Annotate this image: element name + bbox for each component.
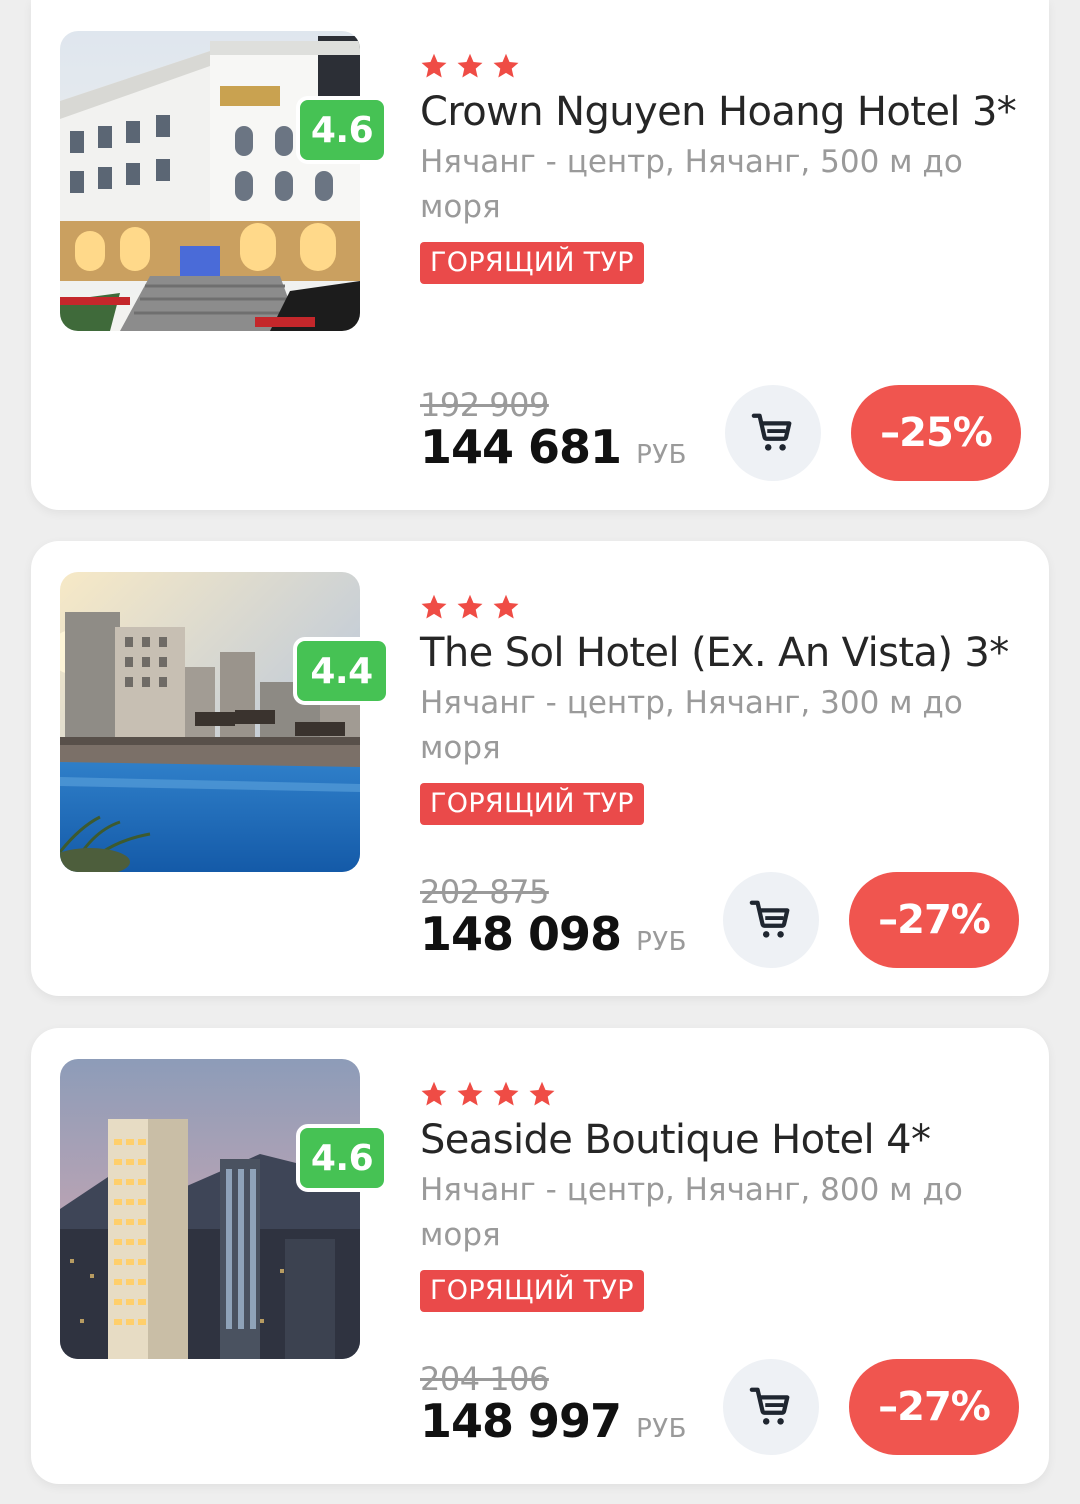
star-icon (529, 1081, 555, 1106)
add-to-cart-button[interactable] (723, 872, 819, 968)
price-block: 192 909 144 681 РУБ (420, 388, 720, 480)
currency-label: РУБ (636, 440, 687, 470)
hot-tour-badge: ГОРЯЩИЙ ТУР (420, 242, 644, 284)
discount-button[interactable]: –27% (849, 1359, 1019, 1455)
hotel-photo[interactable] (60, 31, 360, 331)
cart-icon (749, 1387, 790, 1425)
add-to-cart-button[interactable] (723, 1359, 819, 1455)
star-icon (457, 1081, 483, 1106)
hotel-card[interactable]: 4.6 Seaside Boutique Hotel 4* Нячанг - ц… (31, 1028, 1049, 1484)
price-value: 148 098 (420, 907, 622, 961)
rating-badge: 4.6 (296, 96, 388, 164)
price-value: 148 997 (420, 1394, 622, 1448)
hotel-photo[interactable] (60, 1059, 360, 1359)
hot-tour-badge: ГОРЯЩИЙ ТУР (420, 1270, 644, 1312)
cart-icon (749, 900, 790, 938)
add-to-cart-button[interactable] (725, 385, 821, 481)
star-icon (421, 1081, 447, 1106)
current-price: 148 997 РУБ (420, 1396, 720, 1454)
hot-tour-badge: ГОРЯЩИЙ ТУР (420, 783, 644, 825)
current-price: 144 681 РУБ (420, 422, 720, 480)
hotel-location: Нячанг - центр, Нячанг, 500 м до моря (420, 144, 963, 225)
star-icon (493, 53, 519, 78)
star-icon (421, 53, 447, 78)
star-rating (420, 50, 1025, 82)
hotel-photo-image (60, 1059, 360, 1359)
star-rating (420, 1078, 1025, 1110)
star-icon (457, 594, 483, 619)
old-price: 204 106 (420, 1360, 549, 1398)
price-block: 202 875 148 098 РУБ (420, 875, 720, 967)
discount-button[interactable]: –25% (851, 385, 1021, 481)
rating-badge: 4.4 (293, 637, 390, 705)
hotel-location: Нячанг - центр, Нячанг, 800 м до моря (420, 1172, 963, 1253)
old-price: 202 875 (420, 873, 549, 911)
star-icon (493, 594, 519, 619)
price-value: 144 681 (420, 420, 622, 474)
hotel-title[interactable]: Seaside Boutique Hotel 4* (420, 1116, 1025, 1164)
star-icon (493, 1081, 519, 1106)
star-rating (420, 591, 1025, 623)
hotel-title[interactable]: The Sol Hotel (Ex. An Vista) 3* (420, 629, 1025, 677)
star-icon (421, 594, 447, 619)
hotel-card[interactable]: 4.4 The Sol Hotel (Ex. An Vista) 3* Няча… (31, 541, 1049, 996)
currency-label: РУБ (636, 1414, 687, 1444)
price-block: 204 106 148 997 РУБ (420, 1362, 720, 1454)
current-price: 148 098 РУБ (420, 909, 720, 967)
rating-badge: 4.6 (296, 1124, 388, 1192)
hotel-info: The Sol Hotel (Ex. An Vista) 3* Нячанг -… (420, 591, 1025, 825)
hotel-info: Crown Nguyen Hoang Hotel 3* Нячанг - цен… (420, 50, 1025, 284)
hotel-card[interactable]: 4.6 Crown Nguyen Hoang Hotel 3* Нячанг -… (31, 0, 1049, 510)
hotel-location: Нячанг - центр, Нячанг, 300 м до моря (420, 685, 963, 766)
hotel-photo-image (60, 31, 360, 331)
hotel-title[interactable]: Crown Nguyen Hoang Hotel 3* (420, 88, 1025, 136)
currency-label: РУБ (636, 927, 687, 957)
cart-icon (751, 413, 792, 451)
hotel-photo[interactable] (60, 572, 360, 872)
discount-button[interactable]: –27% (849, 872, 1019, 968)
star-icon (457, 53, 483, 78)
hotel-info: Seaside Boutique Hotel 4* Нячанг - центр… (420, 1078, 1025, 1312)
old-price: 192 909 (420, 386, 549, 424)
hotel-photo-image (60, 572, 360, 872)
